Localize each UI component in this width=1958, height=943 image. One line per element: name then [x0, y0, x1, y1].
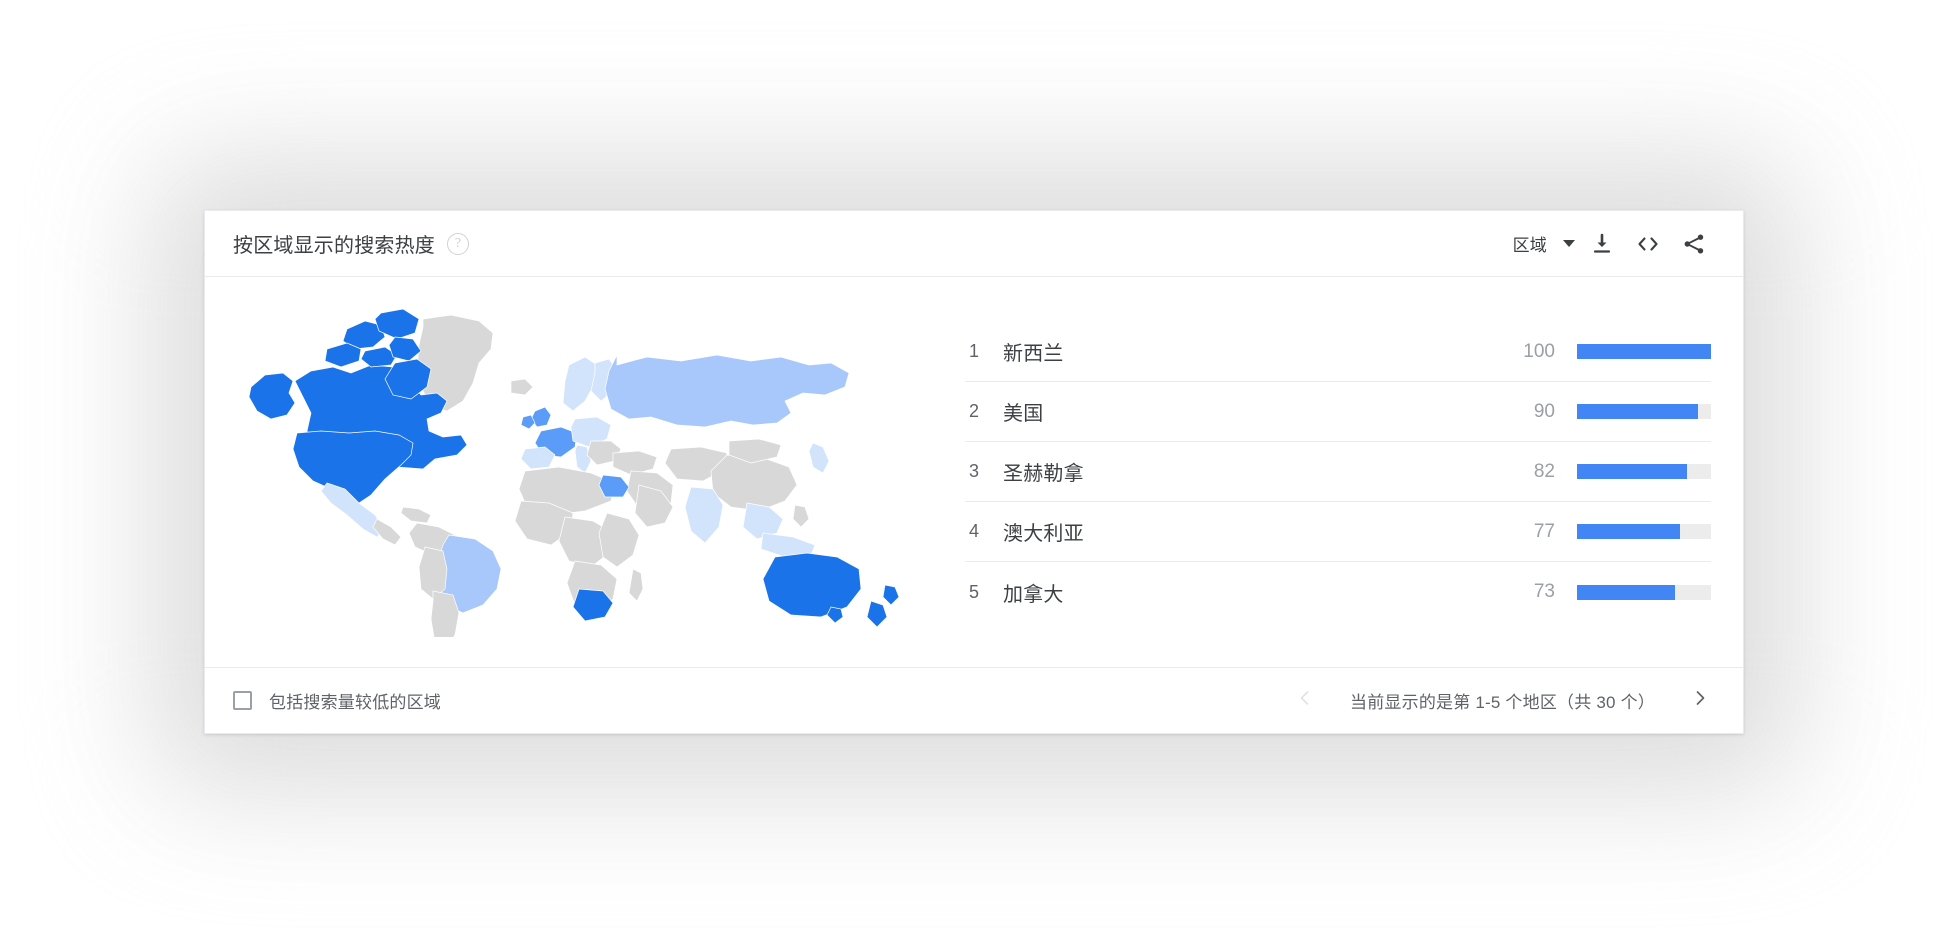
map-region-canada-arctic-3	[324, 342, 362, 368]
pagination-status: 当前显示的是第 1-5 个地区（共 30 个）	[1350, 693, 1655, 712]
region-name: 澳大利亚	[1003, 523, 1084, 545]
map-region-central-america	[372, 518, 402, 546]
help-icon[interactable]: ?	[447, 232, 469, 255]
map-region-caribbean	[400, 506, 432, 524]
download-button[interactable]	[1579, 221, 1625, 267]
map-region-australia	[762, 552, 862, 618]
map-region-china	[710, 454, 798, 512]
value-bar-fill	[1577, 464, 1687, 479]
map-regions	[248, 308, 900, 637]
rank-number: 2	[969, 401, 980, 421]
value-bar-fill	[1577, 344, 1711, 359]
rank-number: 4	[969, 521, 980, 541]
map-region-new-zealand-north	[882, 584, 900, 606]
map-region-alaska	[248, 372, 296, 420]
value-bar-track	[1577, 464, 1711, 479]
share-icon	[1682, 232, 1706, 256]
rank-number: 3	[969, 461, 980, 481]
map-region-philippines	[792, 504, 810, 528]
map-region-canada-arctic-5	[388, 336, 422, 362]
map-region-india	[684, 486, 724, 544]
map-region-united-states	[292, 430, 414, 504]
region-name: 新西兰	[1003, 343, 1064, 365]
page-title: 按区域显示的搜索热度	[233, 235, 435, 257]
header-actions: 区域	[1505, 221, 1717, 267]
download-icon	[1590, 232, 1614, 256]
region-value: 100	[1523, 340, 1555, 362]
card-body: 1 新西兰 100 2 美国 90 3 圣赫勒拿 82 4 澳大利亚 77 5 …	[205, 277, 1743, 667]
chevron-left-icon	[1296, 689, 1314, 712]
map-region-madagascar	[628, 568, 644, 602]
include-low-volume-checkbox[interactable]: 包括搜索量较低的区域	[233, 688, 441, 713]
world-map-svg	[248, 308, 900, 637]
value-bar-fill	[1577, 404, 1698, 419]
value-bar-track	[1577, 404, 1711, 419]
checkbox-box-icon	[233, 691, 252, 710]
chevron-right-icon	[1691, 689, 1709, 712]
map-region-scandinavia	[562, 356, 598, 412]
region-name: 加拿大	[1003, 583, 1064, 606]
value-bar-track	[1577, 584, 1711, 600]
interest-by-region-card: 按区域显示的搜索热度 ? 区域 1 新西兰 100 2 美国 90 3 圣赫勒拿…	[204, 210, 1744, 734]
value-bar-fill	[1577, 584, 1675, 600]
region-value: 82	[1533, 460, 1555, 482]
map-region-egypt	[598, 474, 630, 498]
table-row[interactable]: 3 圣赫勒拿 82	[965, 442, 1711, 502]
card-footer: 包括搜索量较低的区域 当前显示的是第 1-5 个地区（共 30 个）	[205, 667, 1743, 733]
table-row[interactable]: 5 加拿大 73	[965, 562, 1711, 622]
value-bar-track	[1577, 524, 1711, 539]
map-region-iceland	[510, 378, 534, 396]
region-name: 圣赫勒拿	[1003, 463, 1084, 485]
page-root: 按区域显示的搜索热度 ? 区域 1 新西兰 100 2 美国 90 3 圣赫勒拿…	[0, 0, 1958, 943]
region-value: 77	[1533, 520, 1555, 542]
share-button[interactable]	[1671, 221, 1717, 267]
map-region-east-africa	[598, 512, 640, 568]
pagination-prev-button[interactable]	[1288, 684, 1322, 718]
value-bar-fill	[1577, 524, 1681, 539]
checkbox-label: 包括搜索量较低的区域	[269, 693, 441, 712]
table-row[interactable]: 1 新西兰 100	[965, 322, 1711, 382]
map-region-new-zealand-south	[866, 600, 888, 628]
map-region-japan	[808, 442, 830, 474]
table-row[interactable]: 4 澳大利亚 77	[965, 502, 1711, 562]
region-ranking-list: 1 新西兰 100 2 美国 90 3 圣赫勒拿 82 4 澳大利亚 77 5 …	[965, 277, 1743, 667]
region-value: 90	[1533, 400, 1555, 422]
rank-number: 1	[969, 341, 980, 361]
region-value: 73	[1533, 581, 1555, 602]
map-region-russia	[604, 354, 850, 428]
embed-code-button[interactable]	[1625, 221, 1671, 267]
chevron-down-icon	[1563, 240, 1575, 247]
region-dropdown[interactable]: 区域	[1505, 225, 1579, 262]
region-name: 美国	[1003, 403, 1044, 425]
value-bar-track	[1577, 344, 1711, 359]
region-dropdown-label: 区域	[1512, 236, 1547, 255]
world-map[interactable]	[205, 277, 965, 667]
card-header: 按区域显示的搜索热度 ? 区域	[205, 211, 1743, 277]
pagination: 当前显示的是第 1-5 个地区（共 30 个）	[1288, 684, 1717, 718]
rank-number: 5	[969, 581, 980, 602]
embed-code-icon	[1635, 232, 1661, 256]
table-row[interactable]: 2 美国 90	[965, 382, 1711, 442]
pagination-next-button[interactable]	[1683, 684, 1717, 718]
